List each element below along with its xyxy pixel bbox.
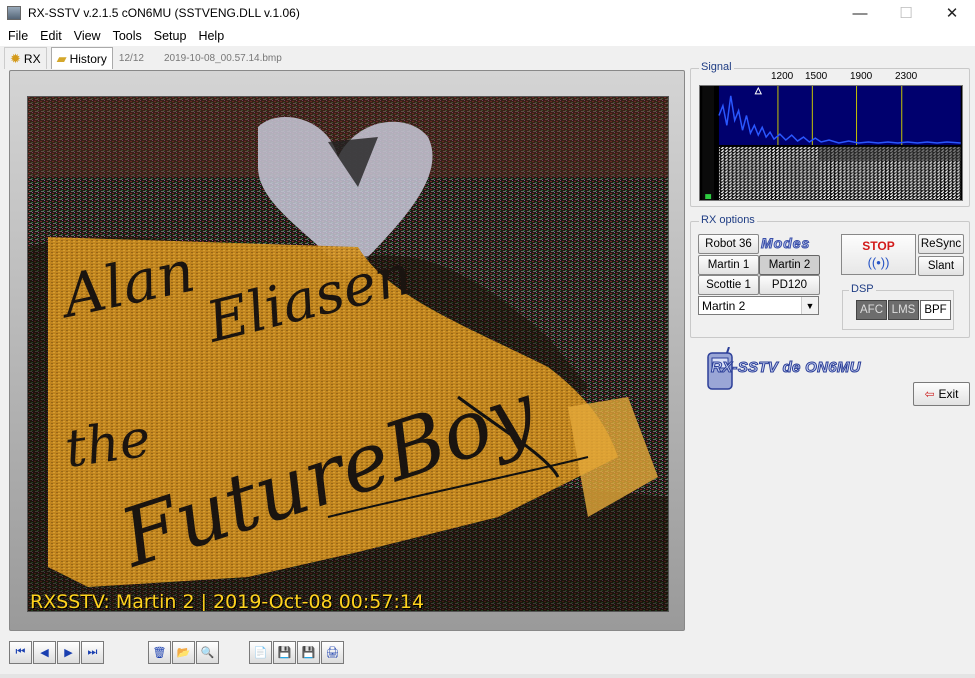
menu-tools[interactable]: Tools (107, 29, 148, 43)
dsp-label: DSP (849, 283, 876, 295)
mode-select-value: Martin 2 (702, 298, 746, 313)
image-viewer-frame: Alan Eliasen the FutureBoy RXSSTV: Marti… (9, 70, 685, 631)
delete-button[interactable]: 🗑 (148, 640, 171, 664)
exit-icon: ⇦ (924, 387, 935, 401)
signal-group: Signal 1200 1500 1900 2300 (690, 61, 970, 207)
tab-rx[interactable]: ✹ RX (4, 47, 47, 69)
zoom-button[interactable]: 🔍 (196, 640, 219, 664)
frequency-labels: 1200 1500 1900 2300 (699, 69, 963, 83)
first-image-button[interactable]: ⏮ (9, 640, 32, 664)
folder-open-icon: 📂 (176, 646, 191, 659)
app-logo: RX-SSTV de ON6MU (705, 347, 905, 392)
minimize-button[interactable]: — (837, 0, 883, 26)
menu-bar: File Edit View Tools Setup Help (0, 26, 975, 46)
first-icon: ⏮ (15, 645, 26, 658)
save-button[interactable]: 💾 (273, 640, 296, 664)
save-as-button[interactable]: 💾 (297, 640, 320, 664)
mode-select[interactable]: Martin 2 ▼ (698, 296, 819, 315)
logo-text: RX-SSTV de ON6MU (711, 359, 862, 377)
svg-text:the: the (61, 409, 154, 480)
rx-options-group: RX options Robot 36 Modes Martin 1 Marti… (690, 214, 970, 338)
copy-icon: 📄 (253, 646, 268, 659)
antenna-icon: ((•)) (867, 255, 890, 270)
next-image-button[interactable]: ▶ (57, 640, 80, 664)
folder-icon: ▰ (56, 50, 67, 66)
exit-label: Exit (938, 387, 959, 401)
freq-1900: 1900 (850, 71, 873, 82)
last-icon: ⏭ (87, 645, 98, 658)
rx-options-label: RX options (699, 214, 757, 226)
menu-help[interactable]: Help (192, 29, 230, 43)
menu-view[interactable]: View (68, 29, 107, 43)
close-button[interactable]: ✕ (929, 0, 975, 26)
tab-rx-label: RX (23, 51, 41, 66)
image-filename: 2019-10-08_00.57.14.bmp (163, 52, 282, 64)
mode-scottie1-button[interactable]: Scottie 1 (698, 275, 759, 295)
window-title: RX-SSTV v.2.1.5 cON6MU (SSTVENG.DLL v.1.… (28, 6, 300, 20)
modes-logo: Modes (760, 235, 811, 252)
mode-pd120-button[interactable]: PD120 (759, 275, 820, 295)
afc-toggle[interactable]: AFC (856, 300, 887, 320)
save-as-icon: 💾 (301, 646, 316, 659)
title-bar: RX-SSTV v.2.1.5 cON6MU (SSTVENG.DLL v.1.… (0, 0, 975, 26)
exit-button[interactable]: ⇦ Exit (913, 382, 970, 406)
received-image: Alan Eliasen the FutureBoy RXSSTV: Marti… (27, 96, 669, 612)
stop-label: STOP (862, 239, 895, 253)
menu-edit[interactable]: Edit (34, 29, 68, 43)
gear-icon: ✹ (10, 50, 21, 66)
mode-robot36-button[interactable]: Robot 36 (698, 234, 759, 254)
app-icon (7, 6, 21, 20)
spectrum-display (699, 85, 963, 201)
slant-button[interactable]: Slant (918, 256, 964, 276)
stop-button[interactable]: STOP ((•)) (841, 234, 916, 275)
resync-button[interactable]: ReSync (918, 234, 964, 254)
magnifier-icon: 🔍 (200, 646, 215, 659)
menu-file[interactable]: File (2, 29, 34, 43)
bpf-toggle[interactable]: BPF (920, 300, 951, 320)
mode-martin1-button[interactable]: Martin 1 (698, 255, 759, 275)
freq-2300: 2300 (895, 71, 918, 82)
lms-toggle[interactable]: LMS (888, 300, 919, 320)
mode-martin2-button[interactable]: Martin 2 (759, 255, 820, 275)
scan-button[interactable]: 🖨 (321, 640, 344, 664)
previous-icon: ◀ (40, 646, 49, 659)
menu-setup[interactable]: Setup (148, 29, 193, 43)
image-toolbar: ⏮ ◀ ▶ ⏭ 🗑 📂 🔍 📄 💾 💾 🖨 (9, 638, 685, 666)
freq-1200: 1200 (771, 71, 794, 82)
tab-history-label: History (69, 51, 107, 66)
copy-button[interactable]: 📄 (249, 640, 272, 664)
freq-1500: 1500 (805, 71, 828, 82)
save-icon: 💾 (277, 646, 292, 659)
previous-image-button[interactable]: ◀ (33, 640, 56, 664)
open-folder-button[interactable]: 📂 (172, 640, 195, 664)
dsp-group: DSP AFC LMS BPF (842, 283, 954, 330)
image-counter: 12/12 (118, 52, 144, 64)
scanner-icon: 🖨 (325, 646, 340, 659)
image-caption: RXSSTV: Martin 2 | 2019-Oct-08 00:57:14 (30, 591, 425, 612)
last-image-button[interactable]: ⏭ (81, 640, 104, 664)
tab-bar: ✹ RX ▰ History 12/12 2019-10-08_00.57.14… (0, 46, 688, 70)
next-icon: ▶ (64, 646, 73, 659)
trash-icon: 🗑 (152, 646, 167, 659)
sstv-picture: Alan Eliasen the FutureBoy (28, 97, 668, 611)
status-strip (0, 674, 975, 678)
maximize-button[interactable]: ☐ (883, 0, 929, 26)
chevron-down-icon: ▼ (801, 297, 818, 314)
tab-history[interactable]: ▰ History (50, 47, 113, 69)
